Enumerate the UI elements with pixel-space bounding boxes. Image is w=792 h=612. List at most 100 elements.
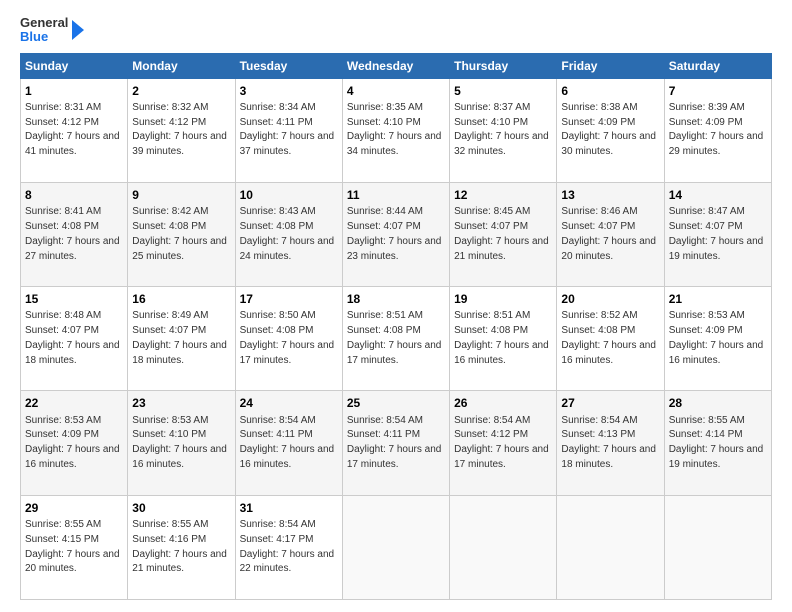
day-number: 28 — [669, 395, 767, 411]
weekday-header: Friday — [557, 53, 664, 78]
calendar-cell: 14 Sunrise: 8:47 AMSunset: 4:07 PMDaylig… — [664, 182, 771, 286]
calendar-cell: 12 Sunrise: 8:45 AMSunset: 4:07 PMDaylig… — [450, 182, 557, 286]
day-info: Sunrise: 8:53 AMSunset: 4:09 PMDaylight:… — [669, 310, 764, 366]
weekday-header: Saturday — [664, 53, 771, 78]
calendar-cell: 21 Sunrise: 8:53 AMSunset: 4:09 PMDaylig… — [664, 287, 771, 391]
day-number: 3 — [240, 83, 338, 99]
day-number: 18 — [347, 291, 445, 307]
calendar-cell: 31 Sunrise: 8:54 AMSunset: 4:17 PMDaylig… — [235, 495, 342, 599]
calendar-cell: 29 Sunrise: 8:55 AMSunset: 4:15 PMDaylig… — [21, 495, 128, 599]
day-info: Sunrise: 8:54 AMSunset: 4:12 PMDaylight:… — [454, 415, 549, 471]
day-info: Sunrise: 8:55 AMSunset: 4:16 PMDaylight:… — [132, 519, 227, 575]
day-number: 6 — [561, 83, 659, 99]
day-info: Sunrise: 8:51 AMSunset: 4:08 PMDaylight:… — [454, 310, 549, 366]
weekday-header: Monday — [128, 53, 235, 78]
logo: General Blue — [20, 16, 90, 45]
day-info: Sunrise: 8:47 AMSunset: 4:07 PMDaylight:… — [669, 206, 764, 262]
day-number: 24 — [240, 395, 338, 411]
day-info: Sunrise: 8:55 AMSunset: 4:14 PMDaylight:… — [669, 415, 764, 471]
day-number: 14 — [669, 187, 767, 203]
calendar-cell: 22 Sunrise: 8:53 AMSunset: 4:09 PMDaylig… — [21, 391, 128, 495]
day-info: Sunrise: 8:34 AMSunset: 4:11 PMDaylight:… — [240, 102, 335, 158]
day-info: Sunrise: 8:44 AMSunset: 4:07 PMDaylight:… — [347, 206, 442, 262]
calendar-cell: 27 Sunrise: 8:54 AMSunset: 4:13 PMDaylig… — [557, 391, 664, 495]
day-info: Sunrise: 8:42 AMSunset: 4:08 PMDaylight:… — [132, 206, 227, 262]
calendar-cell: 26 Sunrise: 8:54 AMSunset: 4:12 PMDaylig… — [450, 391, 557, 495]
calendar-cell: 8 Sunrise: 8:41 AMSunset: 4:08 PMDayligh… — [21, 182, 128, 286]
logo-blue: Blue — [20, 30, 68, 44]
calendar-cell: 19 Sunrise: 8:51 AMSunset: 4:08 PMDaylig… — [450, 287, 557, 391]
calendar-cell: 2 Sunrise: 8:32 AMSunset: 4:12 PMDayligh… — [128, 78, 235, 182]
calendar-cell: 9 Sunrise: 8:42 AMSunset: 4:08 PMDayligh… — [128, 182, 235, 286]
page: General Blue SundayMondayTuesdayWednesda… — [0, 0, 792, 612]
header: General Blue — [20, 16, 772, 45]
calendar-week-row: 1 Sunrise: 8:31 AMSunset: 4:12 PMDayligh… — [21, 78, 772, 182]
day-number: 31 — [240, 500, 338, 516]
calendar-cell: 1 Sunrise: 8:31 AMSunset: 4:12 PMDayligh… — [21, 78, 128, 182]
day-number: 25 — [347, 395, 445, 411]
day-info: Sunrise: 8:48 AMSunset: 4:07 PMDaylight:… — [25, 310, 120, 366]
calendar-cell: 13 Sunrise: 8:46 AMSunset: 4:07 PMDaylig… — [557, 182, 664, 286]
calendar-cell: 5 Sunrise: 8:37 AMSunset: 4:10 PMDayligh… — [450, 78, 557, 182]
calendar-week-row: 8 Sunrise: 8:41 AMSunset: 4:08 PMDayligh… — [21, 182, 772, 286]
calendar-cell: 17 Sunrise: 8:50 AMSunset: 4:08 PMDaylig… — [235, 287, 342, 391]
calendar-week-row: 29 Sunrise: 8:55 AMSunset: 4:15 PMDaylig… — [21, 495, 772, 599]
calendar-cell: 23 Sunrise: 8:53 AMSunset: 4:10 PMDaylig… — [128, 391, 235, 495]
logo-arrow-icon — [70, 16, 90, 44]
calendar-cell: 16 Sunrise: 8:49 AMSunset: 4:07 PMDaylig… — [128, 287, 235, 391]
day-number: 27 — [561, 395, 659, 411]
day-number: 2 — [132, 83, 230, 99]
weekday-header: Sunday — [21, 53, 128, 78]
calendar-cell: 30 Sunrise: 8:55 AMSunset: 4:16 PMDaylig… — [128, 495, 235, 599]
day-info: Sunrise: 8:54 AMSunset: 4:11 PMDaylight:… — [240, 415, 335, 471]
day-info: Sunrise: 8:37 AMSunset: 4:10 PMDaylight:… — [454, 102, 549, 158]
calendar-cell: 25 Sunrise: 8:54 AMSunset: 4:11 PMDaylig… — [342, 391, 449, 495]
day-info: Sunrise: 8:54 AMSunset: 4:11 PMDaylight:… — [347, 415, 442, 471]
calendar-cell: 10 Sunrise: 8:43 AMSunset: 4:08 PMDaylig… — [235, 182, 342, 286]
day-number: 10 — [240, 187, 338, 203]
calendar-cell: 28 Sunrise: 8:55 AMSunset: 4:14 PMDaylig… — [664, 391, 771, 495]
calendar-cell: 6 Sunrise: 8:38 AMSunset: 4:09 PMDayligh… — [557, 78, 664, 182]
weekday-header: Wednesday — [342, 53, 449, 78]
day-info: Sunrise: 8:50 AMSunset: 4:08 PMDaylight:… — [240, 310, 335, 366]
day-number: 20 — [561, 291, 659, 307]
day-info: Sunrise: 8:54 AMSunset: 4:17 PMDaylight:… — [240, 519, 335, 575]
calendar-cell — [557, 495, 664, 599]
day-number: 23 — [132, 395, 230, 411]
calendar-cell: 3 Sunrise: 8:34 AMSunset: 4:11 PMDayligh… — [235, 78, 342, 182]
logo-container: General Blue — [20, 16, 90, 45]
day-info: Sunrise: 8:51 AMSunset: 4:08 PMDaylight:… — [347, 310, 442, 366]
day-info: Sunrise: 8:49 AMSunset: 4:07 PMDaylight:… — [132, 310, 227, 366]
day-info: Sunrise: 8:38 AMSunset: 4:09 PMDaylight:… — [561, 102, 656, 158]
day-number: 16 — [132, 291, 230, 307]
logo-general: General — [20, 16, 68, 30]
day-number: 5 — [454, 83, 552, 99]
day-number: 29 — [25, 500, 123, 516]
weekday-row: SundayMondayTuesdayWednesdayThursdayFrid… — [21, 53, 772, 78]
day-number: 13 — [561, 187, 659, 203]
day-number: 4 — [347, 83, 445, 99]
calendar-cell: 18 Sunrise: 8:51 AMSunset: 4:08 PMDaylig… — [342, 287, 449, 391]
calendar-table: SundayMondayTuesdayWednesdayThursdayFrid… — [20, 53, 772, 600]
calendar-week-row: 15 Sunrise: 8:48 AMSunset: 4:07 PMDaylig… — [21, 287, 772, 391]
day-number: 21 — [669, 291, 767, 307]
weekday-header: Thursday — [450, 53, 557, 78]
day-number: 15 — [25, 291, 123, 307]
day-number: 17 — [240, 291, 338, 307]
day-number: 26 — [454, 395, 552, 411]
day-number: 11 — [347, 187, 445, 203]
day-number: 8 — [25, 187, 123, 203]
day-info: Sunrise: 8:46 AMSunset: 4:07 PMDaylight:… — [561, 206, 656, 262]
day-info: Sunrise: 8:35 AMSunset: 4:10 PMDaylight:… — [347, 102, 442, 158]
calendar-cell: 20 Sunrise: 8:52 AMSunset: 4:08 PMDaylig… — [557, 287, 664, 391]
day-info: Sunrise: 8:41 AMSunset: 4:08 PMDaylight:… — [25, 206, 120, 262]
day-number: 30 — [132, 500, 230, 516]
day-info: Sunrise: 8:53 AMSunset: 4:10 PMDaylight:… — [132, 415, 227, 471]
calendar-cell — [664, 495, 771, 599]
calendar-cell — [450, 495, 557, 599]
calendar-cell: 11 Sunrise: 8:44 AMSunset: 4:07 PMDaylig… — [342, 182, 449, 286]
day-info: Sunrise: 8:31 AMSunset: 4:12 PMDaylight:… — [25, 102, 120, 158]
calendar-week-row: 22 Sunrise: 8:53 AMSunset: 4:09 PMDaylig… — [21, 391, 772, 495]
calendar-cell — [342, 495, 449, 599]
day-info: Sunrise: 8:54 AMSunset: 4:13 PMDaylight:… — [561, 415, 656, 471]
